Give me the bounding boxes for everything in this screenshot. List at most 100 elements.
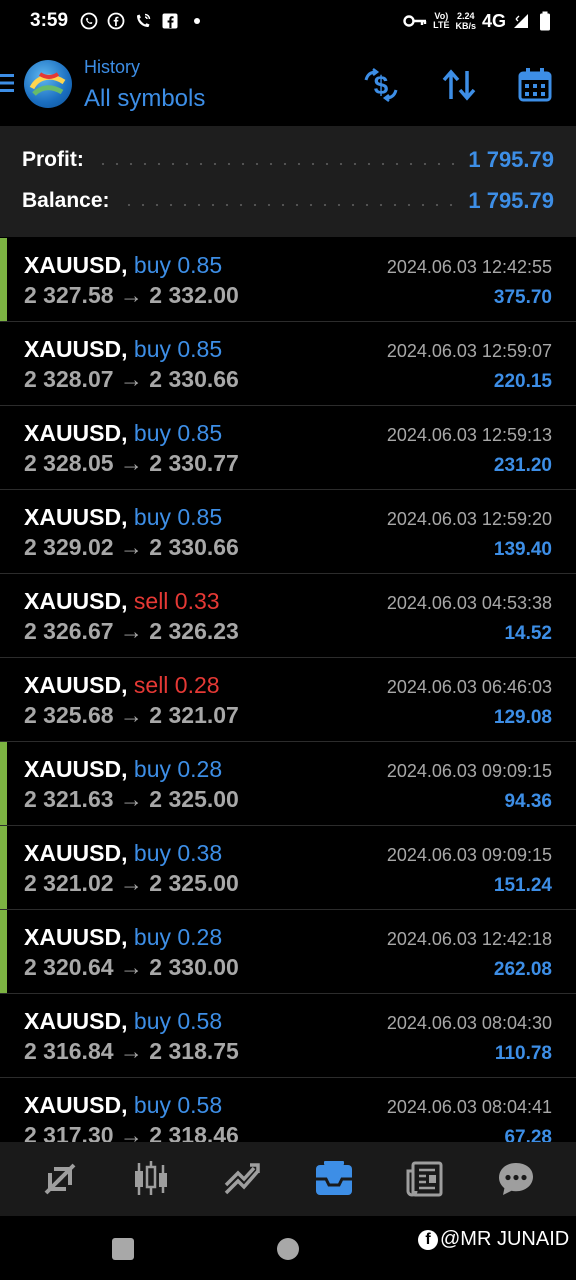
trade-row[interactable]: XAUUSD, buy 0.58 2 317.30 → 2 318.46 2024.…: [0, 1078, 576, 1142]
profit-row: Profit: 1 795.79: [22, 145, 554, 175]
header-title[interactable]: All symbols: [84, 85, 205, 113]
trade-prices: 2 326.67 → 2 326.23: [24, 618, 239, 644]
trade-prices: 2 321.63 → 2 325.00: [24, 786, 239, 812]
facebook-icon: [107, 12, 125, 30]
metatrader-logo[interactable]: [24, 60, 72, 108]
trade-prices: 2 328.07 → 2 330.66: [24, 366, 239, 392]
news-icon[interactable]: [397, 1151, 453, 1207]
position-marker: [0, 910, 7, 993]
trade-row[interactable]: XAUUSD, buy 0.28 2 320.64 → 2 330.00 2024.…: [0, 910, 576, 994]
trade-row[interactable]: XAUUSD, buy 0.85 2 329.02 → 2 330.66 2024.…: [0, 490, 576, 574]
trade-symbol: XAUUSD,: [24, 588, 128, 614]
trade-row[interactable]: XAUUSD, buy 0.38 2 321.02 → 2 325.00 2024.…: [0, 826, 576, 910]
trade-symbol: XAUUSD,: [24, 420, 128, 446]
trade-time: 2024.06.03 12:42:18: [386, 929, 552, 949]
header-subtitle: History: [84, 57, 141, 77]
trade-row[interactable]: XAUUSD, buy 0.85 2 328.07 → 2 330.66 2024.…: [0, 322, 576, 406]
status-time: 3:59: [30, 10, 69, 31]
trade-symbol-line: XAUUSD, buy 0.85: [24, 504, 222, 531]
trade-side: buy 0.85: [133, 252, 223, 278]
menu-icon[interactable]: [0, 72, 16, 94]
trade-row[interactable]: XAUUSD, buy 0.58 2 316.84 → 2 318.75 2024.…: [0, 994, 576, 1078]
trade-symbol-line: XAUUSD, buy 0.38: [24, 840, 222, 867]
trade-history-list[interactable]: XAUUSD, buy 0.85 2 327.58 → 2 332.00 2024.…: [0, 238, 576, 1142]
profit-label: Profit:: [22, 148, 84, 171]
trade-symbol: XAUUSD,: [24, 504, 128, 530]
sort-icon[interactable]: [440, 66, 478, 104]
trade-symbol-line: XAUUSD, buy 0.58: [24, 1008, 222, 1035]
signal-icon: [512, 12, 530, 30]
trade-prices: 2 325.68 → 2 321.07: [24, 702, 239, 728]
trade-profit: 375.70: [493, 287, 552, 308]
position-marker: [0, 238, 7, 321]
key-icon: [403, 12, 427, 30]
watermark: f @MR JUNAID: [418, 1228, 569, 1251]
trade-row[interactable]: XAUUSD, buy 0.85 2 327.58 → 2 332.00 2024.…: [0, 238, 576, 322]
notification-icons: [80, 12, 206, 30]
trade-time: 2024.06.03 12:42:55: [386, 257, 552, 277]
trade-symbol-line: XAUUSD, buy 0.28: [24, 756, 222, 783]
trade-row[interactable]: XAUUSD, sell 0.28 2 325.68 → 2 321.07 2024…: [0, 658, 576, 742]
position-marker: [0, 742, 7, 825]
calendar-icon[interactable]: [516, 66, 554, 104]
trade-symbol-line: XAUUSD, buy 0.85: [24, 336, 222, 363]
trade-side: buy 0.58: [133, 1092, 223, 1118]
trade-profit: 94.36: [504, 791, 552, 812]
trade-side: buy 0.85: [133, 504, 223, 530]
trade-symbol: XAUUSD,: [24, 336, 128, 362]
battery-icon: [536, 11, 554, 31]
currency-exchange-icon[interactable]: $: [362, 66, 400, 104]
trade-prices: 2 329.02 → 2 330.66: [24, 534, 239, 560]
facebook-logo-icon: f: [418, 1229, 438, 1250]
trade-profit: 67.28: [504, 1127, 552, 1142]
trade-symbol: XAUUSD,: [24, 672, 128, 698]
recent-apps-button[interactable]: [112, 1238, 134, 1260]
trade-icon[interactable]: [214, 1151, 270, 1207]
trade-side: buy 0.28: [133, 924, 223, 950]
trade-prices: 2 317.30 → 2 318.46: [24, 1122, 239, 1142]
trade-prices: 2 327.58 → 2 332.00: [24, 282, 239, 308]
trade-symbol-line: XAUUSD, sell 0.33: [24, 588, 220, 615]
trade-profit: 110.78: [494, 1043, 552, 1064]
chat-icon[interactable]: [488, 1151, 544, 1207]
wifi-call-icon: [134, 12, 152, 30]
trade-prices: 2 320.64 → 2 330.00: [24, 954, 239, 980]
history-icon[interactable]: [306, 1151, 362, 1207]
balance-label: Balance:: [22, 189, 110, 212]
home-button[interactable]: [277, 1238, 299, 1260]
trade-side: sell 0.33: [133, 588, 220, 614]
watermark-text: @MR JUNAID: [440, 1228, 570, 1250]
trade-symbol: XAUUSD,: [24, 756, 128, 782]
trade-prices: 2 316.84 → 2 318.75: [24, 1038, 239, 1064]
trade-time: 2024.06.03 08:04:30: [386, 1013, 552, 1033]
trade-symbol: XAUUSD,: [24, 1008, 128, 1034]
trade-prices: 2 328.05 → 2 330.77: [24, 450, 239, 476]
dotted-leader: [121, 204, 457, 206]
trade-profit: 231.20: [493, 455, 552, 476]
trade-profit: 129.08: [493, 707, 552, 728]
app-header: History All symbols $: [0, 42, 576, 126]
quotes-icon[interactable]: [32, 1151, 88, 1207]
bottom-navigation: [0, 1142, 576, 1216]
trade-side: sell 0.28: [133, 672, 220, 698]
trade-row[interactable]: XAUUSD, buy 0.85 2 328.05 → 2 330.77 2024.…: [0, 406, 576, 490]
trade-row[interactable]: XAUUSD, sell 0.33 2 326.67 → 2 326.23 2024…: [0, 574, 576, 658]
trade-side: buy 0.38: [133, 840, 223, 866]
trade-symbol: XAUUSD,: [24, 252, 128, 278]
trade-prices: 2 321.02 → 2 325.00: [24, 870, 239, 896]
trade-profit: 14.52: [504, 623, 552, 644]
trade-profit: 139.40: [493, 539, 552, 560]
dotted-leader: [95, 163, 457, 165]
trade-symbol-line: XAUUSD, buy 0.85: [24, 252, 222, 279]
trade-symbol: XAUUSD,: [24, 924, 128, 950]
network-speed: 2.24 KB/s: [455, 11, 476, 31]
position-marker: [0, 826, 7, 909]
trade-profit: 262.08: [493, 959, 552, 980]
speed-value: 2.24: [456, 11, 475, 21]
trade-symbol: XAUUSD,: [24, 1092, 128, 1118]
volte-icon: Vo) LTE: [433, 11, 450, 30]
system-status: Vo) LTE 2.24 KB/s 4G: [403, 11, 554, 32]
chart-icon[interactable]: [123, 1151, 179, 1207]
trade-row[interactable]: XAUUSD, buy 0.28 2 321.63 → 2 325.00 2024.…: [0, 742, 576, 826]
profit-value: 1 795.79: [468, 147, 554, 172]
